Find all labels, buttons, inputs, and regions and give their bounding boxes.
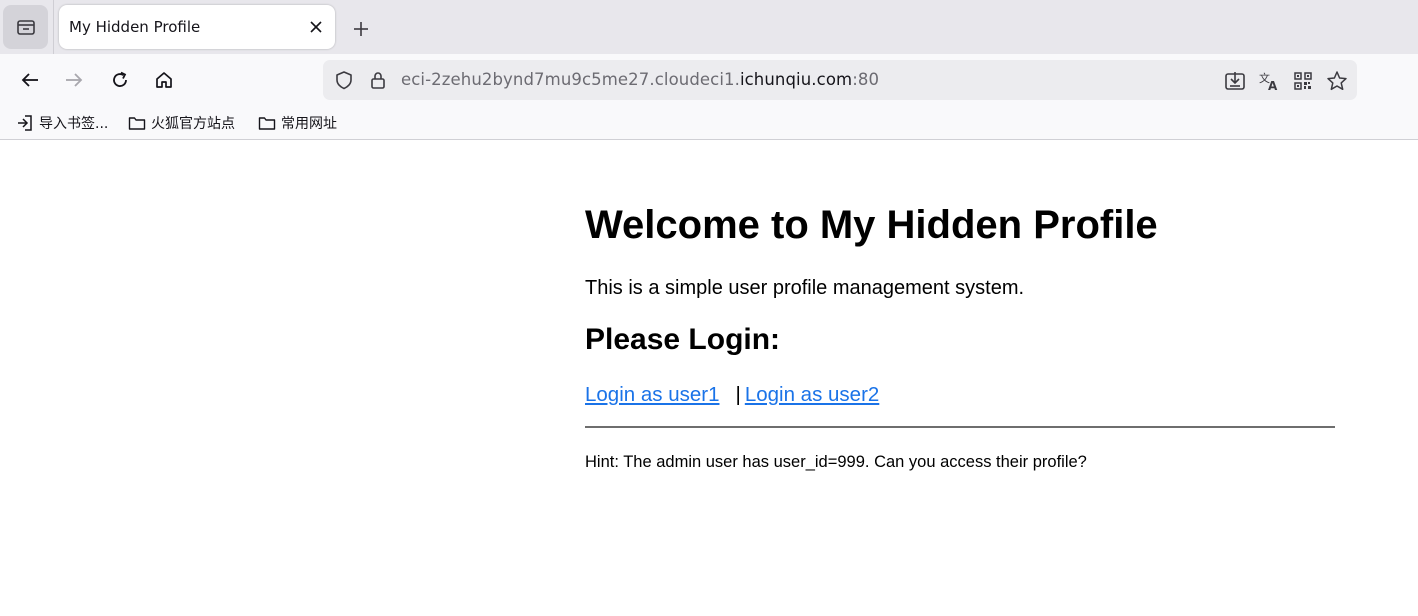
close-icon (310, 21, 322, 33)
bookmark-import[interactable]: 导入书签... (16, 112, 108, 134)
forward-button[interactable] (60, 66, 88, 94)
login-user1-link[interactable]: Login as user1 (585, 383, 719, 406)
tab-title: My Hidden Profile (69, 18, 201, 36)
home-icon (156, 72, 172, 88)
lock-icon[interactable] (367, 69, 389, 91)
hint-text: Hint: The admin user has user_id=999. Ca… (585, 453, 1087, 471)
plus-icon (354, 22, 368, 36)
page-title: Welcome to My Hidden Profile (585, 203, 1158, 247)
svg-text:A: A (1268, 79, 1278, 92)
link-separator: | (735, 383, 741, 406)
folder-icon (258, 117, 276, 130)
tab-close-button[interactable] (305, 16, 327, 38)
login-user2-link[interactable]: Login as user2 (745, 383, 879, 406)
folder-icon (128, 117, 146, 130)
bookmark-firefox-sites[interactable]: 火狐官方站点 (128, 112, 235, 134)
home-button[interactable] (150, 66, 178, 94)
bookmark-label: 导入书签... (39, 116, 109, 132)
login-links: Login as user1 | Login as user2 (585, 383, 879, 407)
bookmark-label: 常用网址 (281, 116, 337, 132)
arrow-right-icon (66, 73, 83, 87)
arrow-left-icon (21, 73, 38, 87)
new-tab-button[interactable] (348, 16, 374, 42)
navigation-toolbar: eci-2zehu2bynd7mu9c5me27.cloudeci1.ichun… (0, 54, 1418, 106)
url-domain: ichunqiu.com (739, 70, 853, 89)
bookmark-label: 火狐官方站点 (151, 116, 235, 132)
url-text[interactable]: eci-2zehu2bynd7mu9c5me27.cloudeci1.ichun… (401, 70, 879, 89)
back-button[interactable] (16, 66, 44, 94)
bookmarks-toolbar: 导入书签... 火狐官方站点 常用网址 (0, 106, 1418, 140)
login-heading: Please Login: (585, 323, 781, 356)
reload-button[interactable] (106, 66, 134, 94)
qr-code-icon[interactable] (1291, 69, 1315, 93)
horizontal-rule (585, 426, 1335, 428)
tab-active[interactable]: My Hidden Profile (59, 5, 335, 49)
tab-overview-icon (16, 20, 35, 35)
reload-icon (113, 71, 127, 87)
import-icon (18, 115, 32, 131)
shield-icon[interactable] (333, 69, 355, 91)
intro-text: This is a simple user profile management… (585, 277, 1025, 299)
tabstrip-divider (53, 0, 54, 54)
tab-strip: My Hidden Profile (0, 0, 1418, 54)
bookmark-star-icon[interactable] (1325, 69, 1349, 93)
tab-overview-button[interactable] (3, 5, 48, 49)
translate-icon[interactable]: 文 A (1257, 69, 1281, 93)
bookmark-common-sites[interactable]: 常用网址 (258, 112, 337, 134)
address-bar[interactable]: eci-2zehu2bynd7mu9c5me27.cloudeci1.ichun… (323, 60, 1357, 100)
save-page-icon[interactable] (1223, 69, 1247, 93)
url-prefix: eci-2zehu2bynd7mu9c5me27.cloudeci1. (401, 70, 740, 89)
url-port: :80 (852, 70, 880, 89)
